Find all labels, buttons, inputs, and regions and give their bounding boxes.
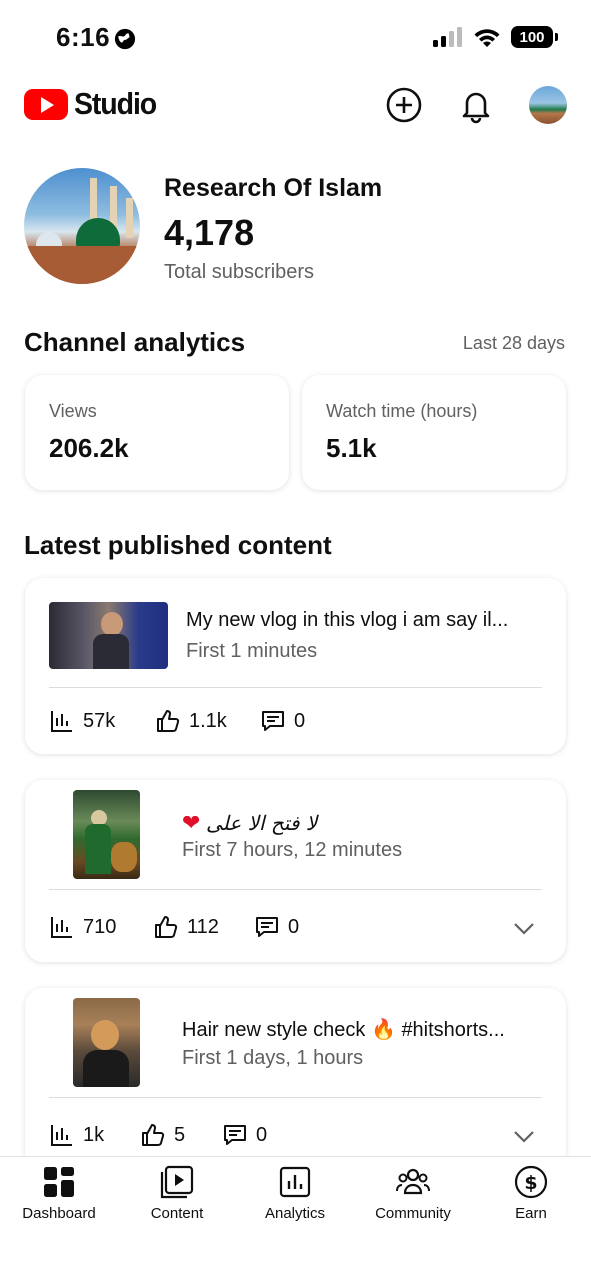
comments-stat: 0 [254, 914, 299, 940]
analytics-icon [279, 1166, 311, 1198]
logo-text: Studio [74, 86, 157, 121]
status-bar: 6:16 100 [0, 0, 591, 80]
bar-chart-icon [51, 917, 72, 938]
divider [49, 687, 542, 688]
nav-community[interactable]: Community [354, 1165, 472, 1222]
likes-count: 112 [187, 915, 219, 938]
views-count: 710 [83, 915, 117, 938]
metric-label: Views [49, 401, 97, 421]
content-time: First 7 hours, 12 minutes [182, 839, 403, 861]
signal-icon [433, 27, 462, 47]
content-card[interactable]: ❤ لا فتح الا علی First 7 hours, 12 minut… [25, 780, 566, 962]
latest-content-title: Latest published content [24, 530, 332, 560]
content-title: Hair new style check 🔥 #hitshorts... [182, 1017, 505, 1042]
nav-earn[interactable]: $ Earn [472, 1165, 590, 1222]
views-count: 57k [83, 709, 116, 732]
bottom-navigation: Dashboard Content Analytics Community $ [0, 1156, 591, 1280]
create-plus-icon[interactable] [385, 86, 423, 124]
nav-content[interactable]: Content [118, 1165, 236, 1222]
nav-label: Community [375, 1205, 451, 1222]
comments-count: 0 [294, 709, 306, 732]
battery-level: 100 [519, 28, 545, 46]
notifications-bell-icon[interactable] [457, 86, 495, 124]
bar-chart-icon [51, 1125, 72, 1146]
divider [49, 889, 542, 890]
chevron-down-icon[interactable] [512, 916, 536, 940]
content-time: First 1 minutes [186, 640, 318, 662]
dashboard-icon [44, 1167, 74, 1197]
comment-icon [224, 1125, 246, 1145]
channel-avatar [24, 168, 140, 284]
comment-icon [256, 917, 278, 937]
watch-time-card[interactable]: Watch time (hours) 5.1k [302, 375, 566, 490]
thumbs-up-icon [157, 710, 180, 732]
comments-stat: 0 [260, 708, 305, 734]
content-icon [160, 1165, 194, 1199]
analytics-range: Last 28 days [462, 333, 565, 353]
content-title: My new vlog in this vlog i am say il... [186, 609, 509, 631]
channel-name: Research Of Islam [164, 174, 383, 202]
likes-stat: 112 [153, 914, 219, 940]
nav-label: Analytics [264, 1205, 326, 1222]
divider [49, 1097, 542, 1098]
subscriber-count: 4,178 [164, 212, 255, 253]
metric-label: Watch time (hours) [326, 401, 478, 421]
wifi-icon [474, 29, 500, 47]
globe-icon [114, 28, 136, 50]
app-header: Studio [0, 82, 591, 130]
views-stat: 1k [49, 1122, 104, 1148]
views-stat: 57k [49, 708, 115, 734]
channel-summary: Research Of Islam 4,178 Total subscriber… [24, 168, 567, 288]
svg-text:$: $ [524, 1172, 537, 1194]
content-card[interactable]: Hair new style check 🔥 #hitshorts... Fir… [25, 988, 566, 1170]
channel-analytics-title: Channel analytics [24, 327, 246, 357]
heart-emoji-icon: ❤ [182, 810, 201, 835]
comments-stat: 0 [222, 1122, 267, 1148]
short-thumbnail[interactable] [73, 998, 140, 1087]
likes-stat: 5 [140, 1122, 185, 1148]
youtube-studio-logo[interactable]: Studio [24, 86, 163, 122]
fire-emoji-icon: 🔥 [370, 1019, 396, 1041]
subscriber-label: Total subscribers [164, 261, 315, 283]
nav-label: Dashboard [22, 1205, 96, 1222]
likes-count: 5 [174, 1123, 186, 1146]
nav-label: Earn [515, 1205, 547, 1222]
content-title-text: لا فتح الا علی [206, 811, 318, 835]
comment-icon [262, 711, 284, 731]
title-hashtag: #hitshorts... [401, 1019, 505, 1041]
likes-count: 1.1k [189, 709, 227, 732]
thumbs-up-icon [142, 1124, 165, 1146]
status-time: 6:16 [56, 22, 111, 52]
thumbs-up-icon [155, 916, 178, 938]
nav-analytics[interactable]: Analytics [236, 1165, 354, 1222]
views-stat: 710 [49, 914, 116, 940]
content-title: ❤ لا فتح الا علی [182, 810, 317, 836]
content-card[interactable]: My new vlog in this vlog i am say il... … [25, 578, 566, 754]
content-time: First 1 days, 1 hours [182, 1047, 364, 1069]
comments-count: 0 [288, 915, 300, 938]
youtube-play-icon [24, 88, 68, 120]
views-card[interactable]: Views 206.2k [25, 375, 289, 490]
bar-chart-icon [51, 711, 72, 732]
likes-stat: 1.1k [155, 708, 227, 734]
chevron-down-icon[interactable] [512, 1124, 536, 1148]
nav-dashboard[interactable]: Dashboard [0, 1165, 118, 1222]
metric-value: 206.2k [49, 433, 129, 463]
title-text: Hair new style check [182, 1019, 366, 1041]
earn-icon: $ [514, 1165, 548, 1199]
account-avatar[interactable] [529, 86, 567, 124]
battery-indicator: 100 [511, 26, 558, 48]
metric-value: 5.1k [326, 433, 377, 463]
community-icon [396, 1168, 430, 1195]
views-count: 1k [83, 1123, 105, 1146]
nav-label: Content [150, 1205, 204, 1222]
comments-count: 0 [256, 1123, 268, 1146]
video-thumbnail[interactable] [49, 602, 168, 669]
short-thumbnail[interactable] [73, 790, 140, 879]
